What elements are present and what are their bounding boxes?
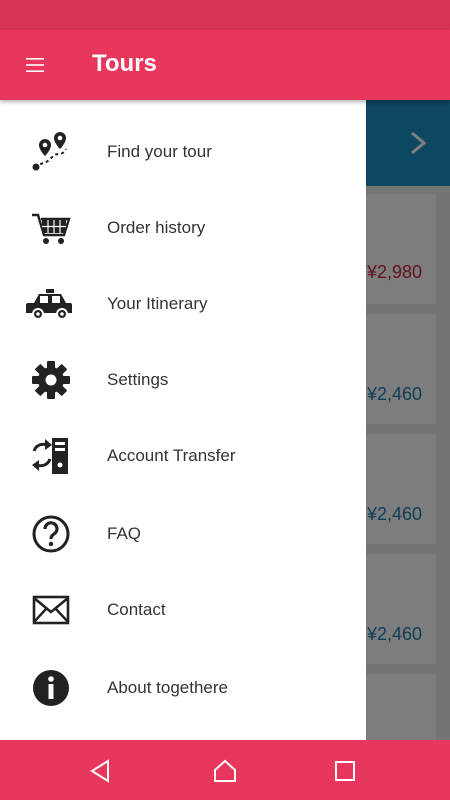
- recents-button[interactable]: [328, 754, 362, 788]
- menu-button[interactable]: [20, 52, 50, 78]
- drawer-item-label: Contact: [107, 600, 166, 619]
- taxi-icon: [26, 283, 74, 325]
- transfer-icon: [30, 435, 72, 477]
- hamburger-menu-icon: [26, 58, 44, 72]
- drawer-item-label: Account Transfer: [107, 446, 236, 465]
- drawer-item-label: Find your tour: [107, 142, 212, 161]
- drawer-item-your-itinerary[interactable]: Your Itinerary: [0, 266, 366, 342]
- home-button[interactable]: [208, 754, 242, 788]
- gear-icon: [30, 359, 72, 401]
- drawer-item-find-your-tour[interactable]: Find your tour: [0, 114, 366, 190]
- info-icon: [30, 667, 72, 709]
- drawer-item-order-history[interactable]: Order history: [0, 190, 366, 266]
- app-bar: Tours: [0, 30, 450, 100]
- question-icon: [30, 513, 72, 555]
- back-button[interactable]: [83, 754, 117, 788]
- status-bar: [0, 0, 450, 30]
- drawer-item-contact[interactable]: Contact: [0, 572, 366, 648]
- page-title: Tours: [92, 50, 157, 77]
- drawer-item-faq[interactable]: FAQ: [0, 496, 366, 572]
- home-icon: [214, 759, 236, 782]
- shopping-cart-icon: [30, 207, 72, 249]
- envelope-icon: [30, 589, 72, 631]
- drawer-item-label: Order history: [107, 218, 206, 237]
- system-nav-bar: [0, 740, 450, 800]
- route-pin-icon: [30, 131, 72, 173]
- navigation-drawer: Find your tour Order history Your Itiner…: [0, 100, 366, 740]
- recents-square-icon: [335, 761, 355, 781]
- drawer-item-about[interactable]: About togethere: [0, 650, 366, 726]
- back-triangle-icon: [90, 759, 109, 783]
- drawer-item-label: FAQ: [107, 524, 142, 543]
- drawer-item-label: Settings: [107, 370, 169, 389]
- drawer-item-settings[interactable]: Settings: [0, 342, 366, 418]
- drawer-item-account-transfer[interactable]: Account Transfer: [0, 418, 366, 494]
- drawer-item-label: Your Itinerary: [107, 294, 208, 313]
- drawer-item-label: About togethere: [107, 678, 228, 697]
